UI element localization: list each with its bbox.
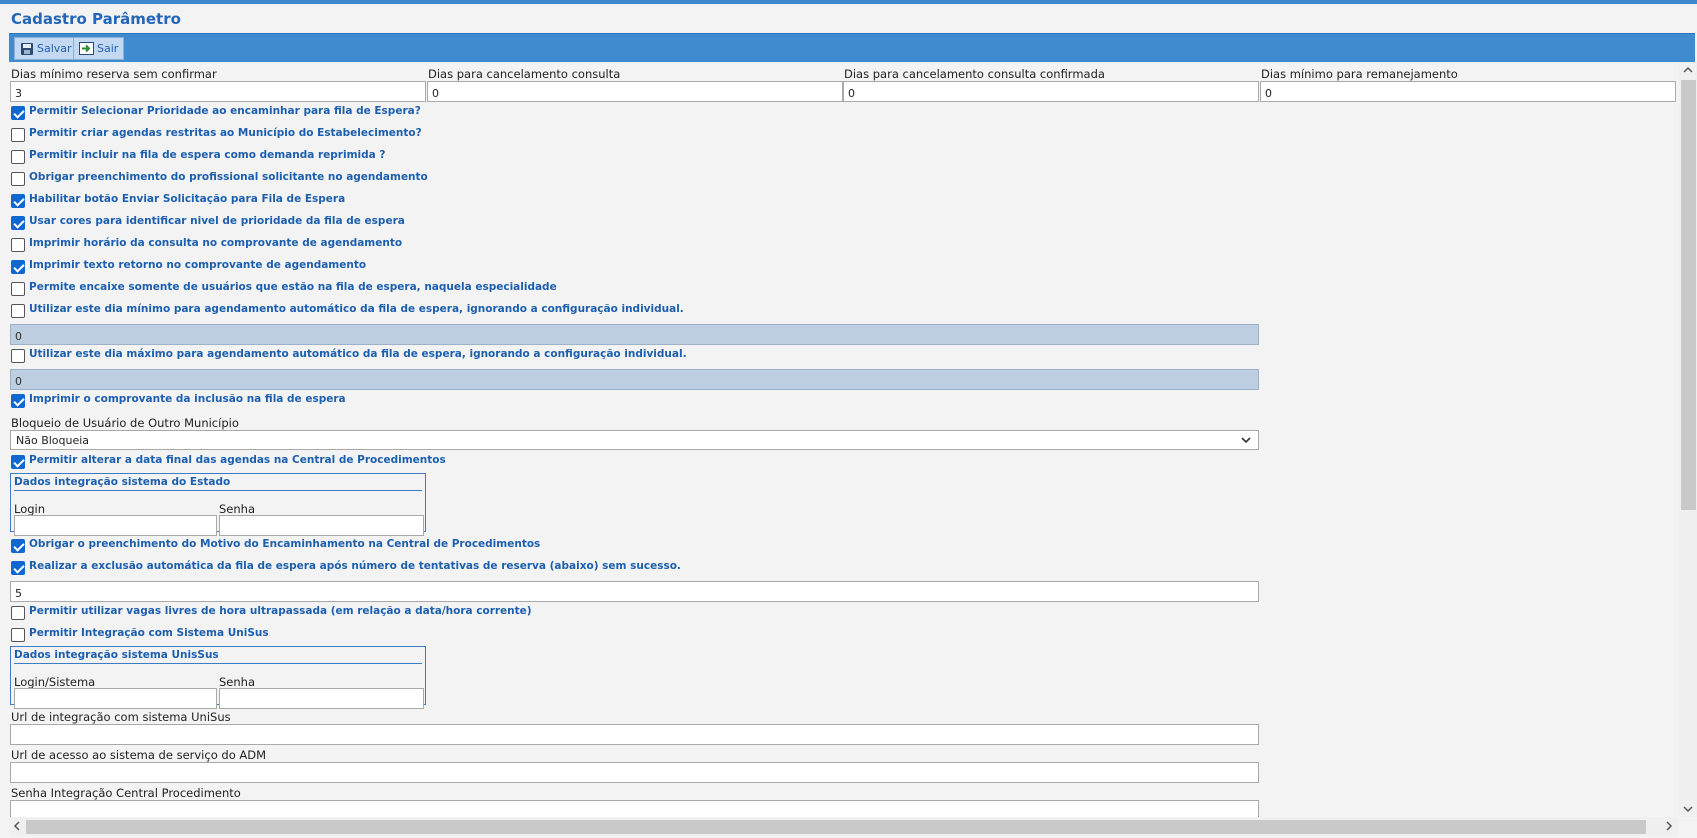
priority-select-label: Permitir Selecionar Prioridade ao encami… <box>29 105 421 117</box>
central-password-label: Senha Integração Central Procedimento <box>11 786 241 800</box>
floppy-disk-icon <box>21 42 33 55</box>
cancel-days-label: Dias para cancelamento consulta <box>428 67 621 81</box>
repressed-demand-checkbox[interactable] <box>11 150 25 164</box>
vertical-scroll-thumb[interactable] <box>1681 80 1696 510</box>
state-login-input[interactable] <box>14 515 217 536</box>
chevron-down-icon[interactable] <box>1683 804 1693 814</box>
save-button-label: Salvar <box>37 42 72 55</box>
state-password-input[interactable] <box>219 515 424 536</box>
unisus-integration-legend: Dados integração sistema UnisSus <box>14 649 219 661</box>
legend-divider <box>14 663 422 664</box>
use-max-day-label: Utilizar este dia máximo para agendament… <box>29 348 687 360</box>
use-min-day-checkbox[interactable] <box>11 304 25 318</box>
allow-change-end-date-checkbox[interactable] <box>11 455 25 469</box>
window-top-border <box>0 0 1697 4</box>
unisus-integration-fieldset: Dados integração sistema UnisSus Login/S… <box>10 646 426 709</box>
page-title: Cadastro Parâmetro <box>11 10 181 28</box>
require-professional-checkbox[interactable] <box>11 172 25 186</box>
unisus-url-input[interactable] <box>10 724 1259 745</box>
legend-divider <box>14 490 422 491</box>
priority-colors-checkbox[interactable] <box>11 216 25 230</box>
state-password-label: Senha <box>219 502 255 516</box>
min-reserve-days-label: Dias mínimo reserva sem confirmar <box>11 67 217 81</box>
unisus-url-label: Url de integração com sistema UniSus <box>11 710 231 724</box>
state-integration-fieldset: Dados integração sistema do Estado Login… <box>10 473 426 536</box>
cancel-confirmed-days-label: Dias para cancelamento consulta confirma… <box>844 67 1105 81</box>
min-relocation-days-label: Dias mínimo para remanejamento <box>1261 67 1458 81</box>
adm-url-label: Url de acesso ao sistema de serviço do A… <box>11 748 267 762</box>
unisus-integration-checkbox[interactable] <box>11 628 25 642</box>
adm-url-input[interactable] <box>10 762 1259 783</box>
min-relocation-days-input[interactable] <box>1260 81 1676 102</box>
exit-arrow-icon <box>79 42 94 55</box>
unisus-login-input[interactable] <box>14 688 217 709</box>
cancel-days-input[interactable] <box>427 81 843 102</box>
cancel-confirmed-days-input[interactable] <box>843 81 1259 102</box>
print-inclusion-receipt-label: Imprimir o comprovante da inclusão na fi… <box>29 393 346 405</box>
toolbar: Salvar Sair <box>9 33 1695 62</box>
priority-colors-label: Usar cores para identificar nivel de pri… <box>29 215 405 227</box>
allow-change-end-date-label: Permitir alterar a data final das agenda… <box>29 454 446 466</box>
print-time-label: Imprimir horário da consulta no comprova… <box>29 237 403 249</box>
horizontal-scrollbar[interactable] <box>9 817 1679 836</box>
use-max-day-checkbox[interactable] <box>11 349 25 363</box>
past-hour-slots-label: Permitir utilizar vagas livres de hora u… <box>29 605 532 617</box>
priority-select-checkbox[interactable] <box>11 106 25 120</box>
require-professional-label: Obrigar preenchimento do profissional so… <box>29 171 428 183</box>
fit-waiting-list-label: Permite encaixe somente de usuários que … <box>29 281 557 293</box>
use-min-day-label: Utilizar este dia mínimo para agendament… <box>29 303 684 315</box>
print-return-text-label: Imprimir texto retorno no comprovante de… <box>29 259 367 271</box>
attempts-input[interactable] <box>10 581 1259 602</box>
fit-waiting-list-checkbox[interactable] <box>11 282 25 296</box>
vertical-scrollbar[interactable] <box>1679 62 1697 817</box>
print-return-text-checkbox[interactable] <box>11 260 25 274</box>
state-login-label: Login <box>14 502 46 516</box>
enable-send-request-label: Habilitar botão Enviar Solicitação para … <box>29 193 346 205</box>
blocking-selected-value: Não Bloqueia <box>16 434 90 447</box>
past-hour-slots-checkbox[interactable] <box>11 606 25 620</box>
unisus-login-label: Login/Sistema <box>14 675 96 689</box>
central-password-input[interactable] <box>10 800 1259 817</box>
auto-exclusion-label: Realizar a exclusão automática da fila d… <box>29 560 681 572</box>
require-reason-checkbox[interactable] <box>11 539 25 553</box>
unisus-password-input[interactable] <box>219 688 424 709</box>
horizontal-scroll-thumb[interactable] <box>26 820 1646 834</box>
auto-exclusion-checkbox[interactable] <box>11 561 25 575</box>
chevron-down-icon <box>1241 437 1251 444</box>
print-time-checkbox[interactable] <box>11 238 25 252</box>
blocking-label: Bloqueio de Usuário de Outro Município <box>11 416 239 430</box>
print-inclusion-receipt-checkbox[interactable] <box>11 394 25 408</box>
max-day-input[interactable] <box>10 369 1259 390</box>
chevron-up-icon[interactable] <box>1683 65 1693 75</box>
state-integration-legend: Dados integração sistema do Estado <box>14 476 231 488</box>
exit-button-label: Sair <box>97 42 119 55</box>
restricted-agenda-label: Permitir criar agendas restritas ao Muni… <box>29 127 422 139</box>
repressed-demand-label: Permitir incluir na fila de espera como … <box>29 149 386 161</box>
min-day-input[interactable] <box>10 324 1259 345</box>
unisus-password-label: Senha <box>219 675 255 689</box>
save-button[interactable]: Salvar <box>14 37 78 60</box>
min-reserve-days-input[interactable] <box>10 81 426 102</box>
require-reason-label: Obrigar o preenchimento do Motivo do Enc… <box>29 538 541 550</box>
unisus-integration-label: Permitir Integração com Sistema UniSus <box>29 627 269 639</box>
enable-send-request-checkbox[interactable] <box>11 194 25 208</box>
exit-button[interactable]: Sair <box>73 37 125 60</box>
chevron-left-icon[interactable] <box>12 821 22 831</box>
form-content: Dias mínimo reserva sem confirmar Dias p… <box>0 62 1680 817</box>
blocking-select[interactable]: Não Bloqueia <box>10 430 1259 450</box>
chevron-right-icon[interactable] <box>1664 821 1674 831</box>
restricted-agenda-checkbox[interactable] <box>11 128 25 142</box>
